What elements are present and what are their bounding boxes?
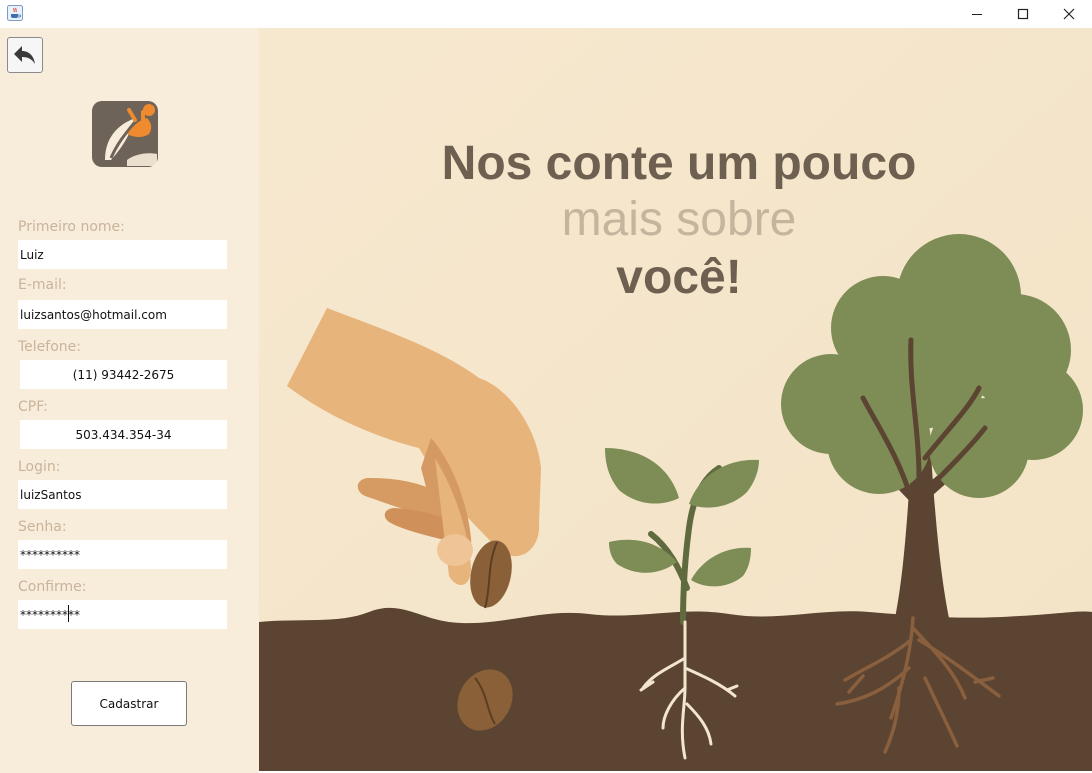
- email-label: E-mail:: [18, 277, 67, 293]
- close-icon: [1063, 8, 1075, 20]
- cpf-label: CPF:: [18, 399, 48, 415]
- phone-input[interactable]: [20, 360, 227, 389]
- soil-ground: [259, 607, 1092, 771]
- java-cup-icon: [7, 5, 23, 21]
- headline-line-2: mais sobre: [561, 193, 797, 246]
- window-titlebar: [0, 0, 1092, 28]
- login-input[interactable]: [18, 480, 227, 509]
- close-button[interactable]: [1046, 0, 1092, 28]
- login-label: Login:: [18, 459, 61, 475]
- maximize-icon: [1017, 8, 1029, 20]
- text-caret: [68, 605, 69, 622]
- password-label: Senha:: [18, 519, 67, 535]
- headline-line-1: Nos conte um pouco: [441, 137, 917, 190]
- password-input[interactable]: [18, 540, 227, 569]
- first-name-label: Primeiro nome:: [18, 219, 125, 235]
- hero-illustration: Nos conte um pouco mais sobre você!: [259, 28, 1092, 771]
- minimize-button[interactable]: [954, 0, 1000, 28]
- register-button[interactable]: Cadastrar: [71, 681, 187, 726]
- back-button[interactable]: [7, 37, 43, 73]
- first-name-input[interactable]: [18, 240, 227, 269]
- cpf-input[interactable]: [20, 420, 227, 449]
- minimize-icon: [972, 14, 982, 15]
- headline-line-3: você!: [616, 251, 742, 304]
- confirm-password-label: Confirme:: [18, 579, 87, 595]
- confirm-password-input[interactable]: [18, 600, 227, 629]
- leaf-person-logo: [92, 101, 158, 167]
- email-input[interactable]: [18, 300, 227, 329]
- back-arrow-icon: [14, 46, 35, 64]
- maximize-button[interactable]: [1000, 0, 1046, 28]
- phone-label: Telefone:: [18, 339, 81, 355]
- app-logo: [91, 100, 159, 168]
- registration-panel: Primeiro nome: E-mail: Telefone: CPF: Lo…: [0, 28, 259, 773]
